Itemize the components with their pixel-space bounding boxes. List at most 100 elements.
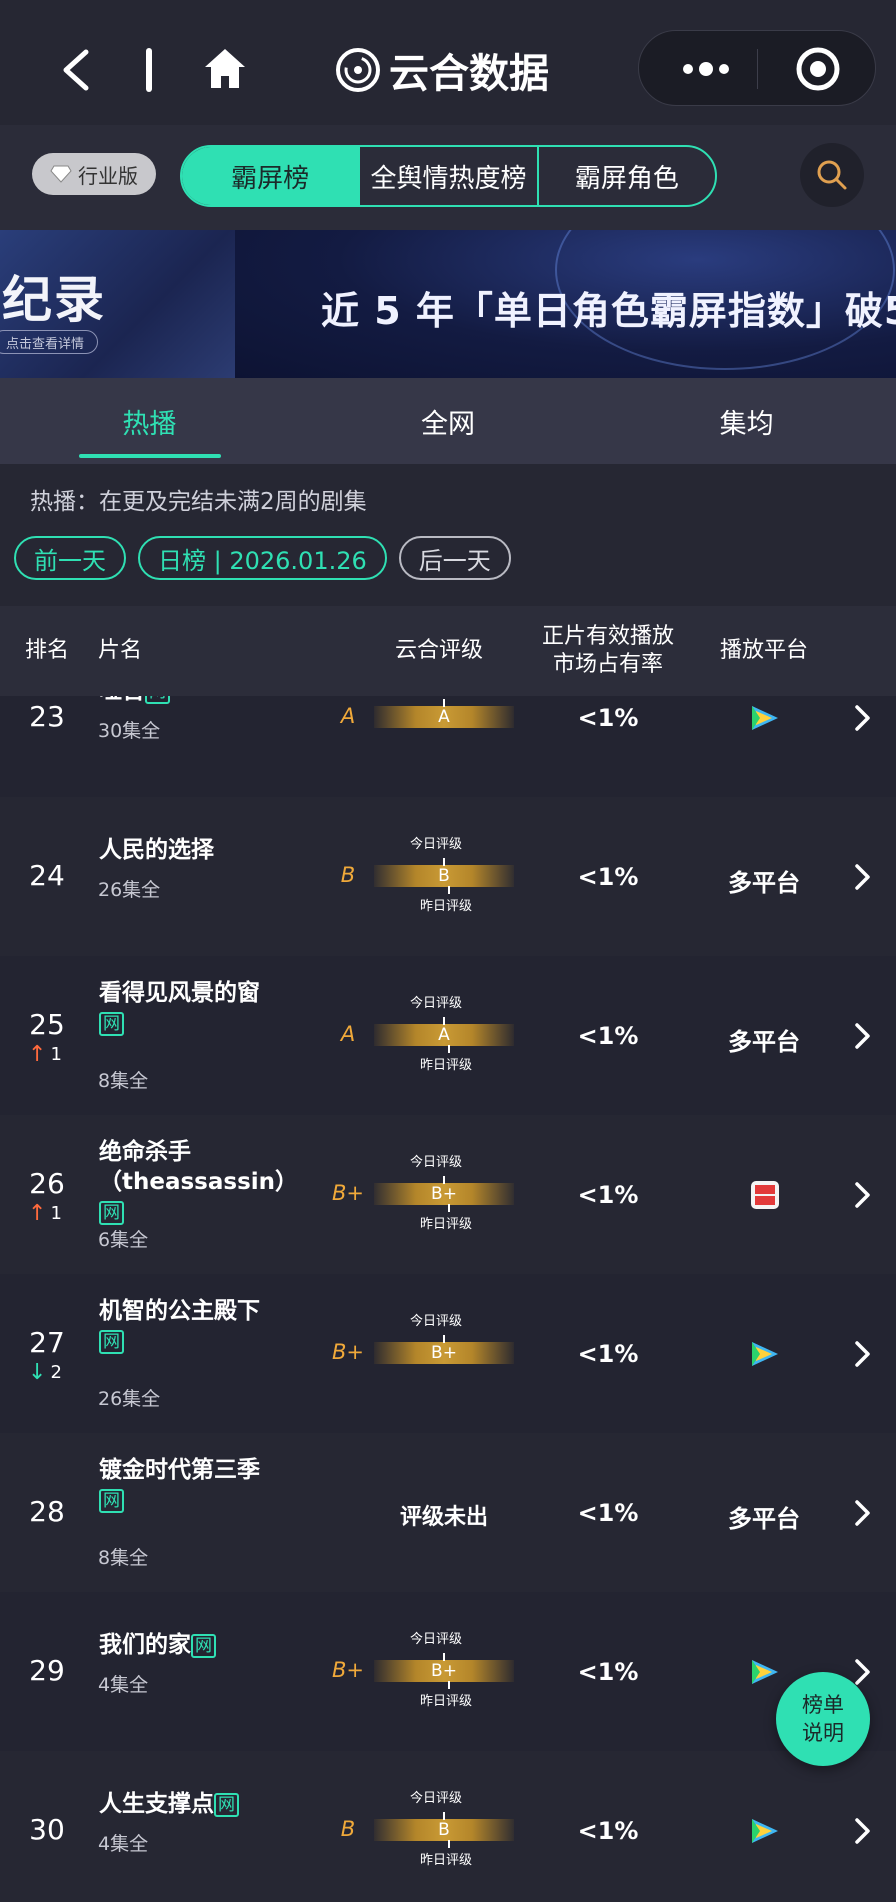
tab-all-network[interactable]: 全网 [299,378,598,464]
prev-day-button[interactable]: 前一天 [14,536,126,580]
table-row[interactable]: 30 人生支撑点网 4集全 B 今日评级 B 昨日评级 <1% [0,1751,896,1902]
filter-row: 行业版 霸屏榜 全舆情热度榜 霸屏角色 [0,125,896,230]
rank-down-arrow-icon: ↓ [28,1360,47,1385]
segment-bapingbang[interactable]: 霸屏榜 [182,147,361,205]
promo-banner[interactable]: 新纪录 点击查看详情 近 5 年「单日角色霸屏指数」破5 [0,230,896,378]
row-title-text: 人生支撑点 [99,1791,214,1817]
row-title[interactable]: 绝命杀手（theassassin） 网 [99,1137,309,1227]
row-title-text: 绝命杀手（theassassin） [99,1139,299,1195]
table-row[interactable]: 27 ↓ 2 机智的公主殿下网 26集全 B+ 今日评级 B+ <1% [0,1274,896,1433]
app-title: 云合数据 [389,51,549,97]
table-row[interactable]: 26 ↑ 1 绝命杀手（theassassin） 网 6集全 B+ 今日评级 B+ 昨日评级 <… [0,1115,896,1274]
row-title[interactable]: 人生支撑点网 [99,1789,309,1819]
chevron-right-icon[interactable] [852,1499,872,1527]
segment-bapingjuese[interactable]: 霸屏角色 [539,147,715,205]
row-title[interactable]: 机智的公主殿下网 [99,1296,309,1356]
gauge-yesterday-tick [448,1840,450,1848]
row-market-share: <1% [577,1022,639,1050]
tencent-video-icon [752,1660,778,1684]
chevron-left-icon[interactable] [58,48,94,92]
row-rank: 29 [29,1654,65,1687]
ranking-list: 23哑舍网30集全A今日评级 A <1% 24人民的选择26集全B [0,696,896,1902]
grade-gauge: A [374,1017,514,1053]
tab-hot[interactable]: 热播 [0,378,299,464]
row-platform-text: 多平台 [728,1505,800,1533]
row-title[interactable]: 人民的选择 [99,835,309,865]
table-row[interactable]: 28 镀金时代第三季网 8集全 评级未出 <1% 多平台 [0,1433,896,1592]
current-date-button[interactable]: 日榜 | 2026.01.26 [138,536,387,580]
row-rank: 27 [29,1326,65,1359]
home-icon[interactable] [202,46,248,92]
capsule-divider [757,49,758,89]
banner-headline: 近 5 年「单日角色霸屏指数」破5 [321,289,896,333]
table-row[interactable]: 23哑舍网30集全A今日评级 A <1% [0,696,896,797]
row-market-share: <1% [577,1499,639,1527]
chevron-right-icon[interactable] [852,1340,872,1368]
industry-label: 行业版 [78,163,138,188]
row-market-share: <1% [577,1658,639,1686]
gauge-yesterday-label: 昨日评级 [420,1694,473,1709]
table-row[interactable]: 24 人民的选择 26集全 B 今日评级 B 昨日评级 <1% 多平台 [0,797,896,956]
row-title[interactable]: 看得见风景的窗网 [99,978,309,1038]
tab-episode-average-label: 集均 [719,408,774,440]
banner-left-panel: 新纪录 点击查看详情 [0,230,235,378]
grade-gauge: B+ [374,1653,514,1689]
row-rank: 30 [29,1813,65,1846]
chevron-right-icon[interactable] [852,863,872,891]
industry-version-badge[interactable]: 行业版 [32,153,156,195]
row-episodes: 8集全 [98,1547,149,1569]
fab-line2: 说明 [802,1721,844,1745]
gauge-letter: B [438,1820,450,1840]
gauge-letter: B+ [431,1661,457,1681]
gauge-yesterday-tick [448,1681,450,1689]
gauge-yesterday-label: 昨日评级 [420,1853,473,1868]
row-episodes: 26集全 [98,1388,161,1410]
gauge-today-label: 今日评级 [410,1155,463,1170]
tab-active-underline [79,454,221,458]
row-market-share: <1% [577,1817,639,1845]
segment-quanyuqing[interactable]: 全舆情热度榜 [360,147,539,205]
grade-gauge: B [374,858,514,894]
chevron-right-icon[interactable] [852,704,872,732]
header-title: 片名 [98,638,143,663]
search-button[interactable] [800,143,864,207]
gauge-yesterday-label: 昨日评级 [420,1217,473,1232]
row-title[interactable]: 我们的家网 [99,1630,309,1660]
chevron-right-icon[interactable] [852,1181,872,1209]
tab-episode-average[interactable]: 集均 [597,378,896,464]
next-day-button[interactable]: 后一天 [398,536,511,580]
header-rank: 排名 [24,638,69,663]
row-title-text: 机智的公主殿下 [99,1298,260,1324]
row-episodes: 6集全 [98,1229,149,1251]
grade-gauge: A [374,699,514,728]
tencent-video-icon [752,706,778,730]
more-dots-icon[interactable] [679,55,733,83]
row-title[interactable]: 哑舍网 [99,696,309,706]
table-header: 排名 片名 云合评级 正片有效播放 市场占有率 播放平台 [0,606,896,696]
rank-up-arrow-icon: ↑ [28,1042,47,1067]
row-episodes: 30集全 [98,720,161,742]
ranking-explanation-button[interactable]: 榜单 说明 [776,1672,870,1766]
row-market-share: <1% [577,1181,639,1209]
gauge-yesterday-label: 昨日评级 [420,899,473,914]
table-row[interactable]: 25 ↑ 1 看得见风景的窗网 8集全 A 今日评级 A 昨日评级 <1% 多平台 [0,956,896,1115]
diamond-icon [50,165,72,183]
row-title[interactable]: 镀金时代第三季网 [99,1455,309,1515]
target-icon[interactable] [794,45,842,93]
table-row[interactable]: 29 我们的家网 4集全 B+ 今日评级 B+ 昨日评级 <1% [0,1592,896,1751]
banner-left-title: 新纪录 [0,271,106,329]
ranking-type-switch: 霸屏榜 全舆情热度榜 霸屏角色 [180,145,717,207]
network-badge: 网 [99,1200,124,1225]
row-rank: 26 [29,1167,65,1200]
gauge-today-label: 今日评级 [410,1314,463,1329]
chevron-right-icon[interactable] [852,1658,872,1686]
tab-all-network-label: 全网 [421,408,475,440]
chevron-right-icon[interactable] [852,1022,872,1050]
row-rank: 28 [29,1495,65,1528]
gauge-letter: A [438,707,450,727]
row-episodes: 4集全 [98,1833,149,1855]
chevron-right-icon[interactable] [852,1817,872,1845]
row-grade: B+ [331,1181,364,1205]
row-rank: 23 [29,700,65,733]
banner-detail-button[interactable]: 点击查看详情 [0,330,98,354]
